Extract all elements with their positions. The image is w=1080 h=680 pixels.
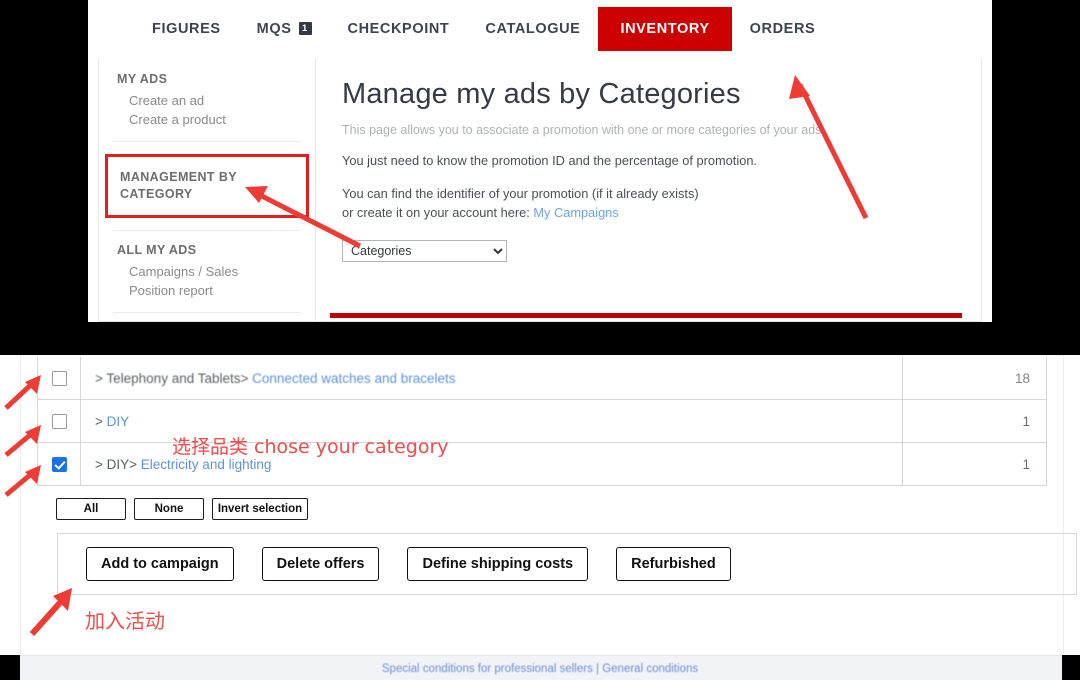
row-category-link[interactable]: DIY	[107, 414, 130, 429]
row-checkbox[interactable]	[51, 456, 67, 472]
invert-selection-button[interactable]: Invert selection	[212, 498, 308, 520]
sidebar-heading-management-line2: CATEGORY	[120, 187, 193, 201]
row-count: 18	[902, 357, 1047, 400]
sidebar-item-management-by-category[interactable]: MANAGEMENT BY CATEGORY	[105, 154, 309, 218]
top-screenshot-panel: FIGURES MQS 1 CHECKPOINT CATALOGUE INVEN…	[88, 0, 992, 322]
category-select-wrapper: Categories	[342, 240, 957, 262]
page-paragraph-2: You can find the identifier of your prom…	[342, 184, 957, 222]
nav-item-inventory[interactable]: INVENTORY	[598, 7, 732, 51]
refurbished-button[interactable]: Refurbished	[616, 547, 731, 581]
nav-label: CATALOGUE	[485, 21, 581, 37]
sidebar-group-my-ads: MY ADS Create an ad Create a product	[99, 72, 315, 129]
nav-label: ORDERS	[749, 21, 816, 37]
row-breadcrumb: >	[95, 413, 103, 429]
nav-label: MQS	[256, 21, 292, 37]
sidebar-heading-my-ads: MY ADS	[117, 72, 168, 86]
select-all-button[interactable]: All	[56, 498, 126, 520]
nav-item-figures[interactable]: FIGURES	[134, 0, 239, 58]
mqs-count-badge: 1	[298, 21, 312, 35]
nav-item-mqs[interactable]: MQS 1	[239, 0, 330, 58]
delete-offers-button[interactable]: Delete offers	[261, 547, 380, 581]
inventory-sheet: > Telephony and Tablets> Connected watch…	[20, 355, 1077, 655]
select-none-button[interactable]: None	[134, 498, 204, 520]
page-title: Manage my ads by Categories	[342, 78, 741, 110]
nav-label: FIGURES	[152, 21, 221, 37]
table-row[interactable]: > Telephony and Tablets> Connected watch…	[37, 357, 1047, 400]
sidebar-group-all-my-ads: ALL MY ADS Campaigns / Sales Position re…	[99, 243, 315, 300]
red-separator-line	[330, 313, 962, 318]
nav-item-orders[interactable]: ORDERS	[732, 0, 834, 58]
row-count: 1	[902, 442, 1047, 486]
action-bar: Add to campaign Delete offers Define shi…	[57, 533, 1077, 595]
row-count: 1	[902, 399, 1047, 443]
my-campaigns-link[interactable]: My Campaigns	[533, 205, 618, 220]
row-label-cell: > Telephony and Tablets> Connected watch…	[80, 357, 903, 400]
category-table: > Telephony and Tablets> Connected watch…	[37, 357, 1047, 486]
action-bar-inner: Add to campaign Delete offers Define shi…	[58, 534, 1076, 594]
row-checkbox-cell[interactable]	[37, 442, 81, 486]
sidebar-divider-2	[113, 230, 301, 231]
add-to-campaign-button[interactable]: Add to campaign	[86, 547, 234, 581]
row-checkbox-cell[interactable]	[37, 357, 81, 400]
page-lead-text: This page allows you to associate a prom…	[342, 123, 825, 137]
sidebar-item-create-an-ad[interactable]: Create an ad	[117, 91, 297, 110]
sidebar: MY ADS Create an ad Create a product MAN…	[98, 58, 316, 322]
sidebar-item-campaigns-sales[interactable]: Campaigns / Sales	[117, 262, 297, 281]
row-checkbox[interactable]	[51, 370, 67, 386]
sidebar-item-create-a-product[interactable]: Create a product	[117, 110, 297, 129]
nav-left-spacer	[98, 0, 134, 58]
row-checkbox-cell[interactable]	[37, 399, 81, 443]
panel-body: MY ADS Create an ad Create a product MAN…	[98, 58, 982, 322]
category-select[interactable]: Categories	[342, 240, 507, 262]
row-breadcrumb: > DIY>	[95, 456, 138, 472]
sidebar-heading-management-line1: MANAGEMENT BY	[120, 170, 238, 184]
sidebar-heading-all-my-ads: ALL MY ADS	[117, 243, 197, 257]
nav-item-checkpoint[interactable]: CHECKPOINT	[330, 0, 468, 58]
row-checkbox[interactable]	[51, 413, 67, 429]
paragraph-2-line-2-prefix: or create it on your account here:	[342, 205, 534, 220]
footer-links[interactable]: Special conditions for professional sell…	[0, 663, 1080, 675]
nav-label: CHECKPOINT	[347, 21, 450, 37]
row-category-link[interactable]: Connected watches and bracelets	[252, 371, 455, 386]
nav-label: INVENTORY	[620, 21, 710, 37]
nav-item-catalogue[interactable]: CATALOGUE	[467, 0, 598, 58]
sidebar-item-position-report[interactable]: Position report	[117, 281, 297, 300]
screenshot-gap-band	[0, 322, 1080, 355]
page-paragraph-1: You just need to know the promotion ID a…	[342, 153, 757, 168]
sidebar-divider-1	[113, 141, 301, 142]
row-breadcrumb: > Telephony and Tablets>	[95, 370, 249, 386]
annotation-choose-category: 选择品类 chose your category	[172, 436, 449, 458]
main-content: Manage my ads by Categories This page al…	[316, 58, 982, 322]
paragraph-2-line-1: You can find the identifier of your prom…	[342, 186, 699, 201]
selection-button-group: All None Invert selection	[56, 498, 308, 520]
main-navigation: FIGURES MQS 1 CHECKPOINT CATALOGUE INVEN…	[98, 0, 982, 59]
define-shipping-costs-button[interactable]: Define shipping costs	[407, 547, 589, 581]
sidebar-divider-3	[113, 312, 301, 313]
annotation-join-campaign: 加入活动	[85, 609, 165, 633]
